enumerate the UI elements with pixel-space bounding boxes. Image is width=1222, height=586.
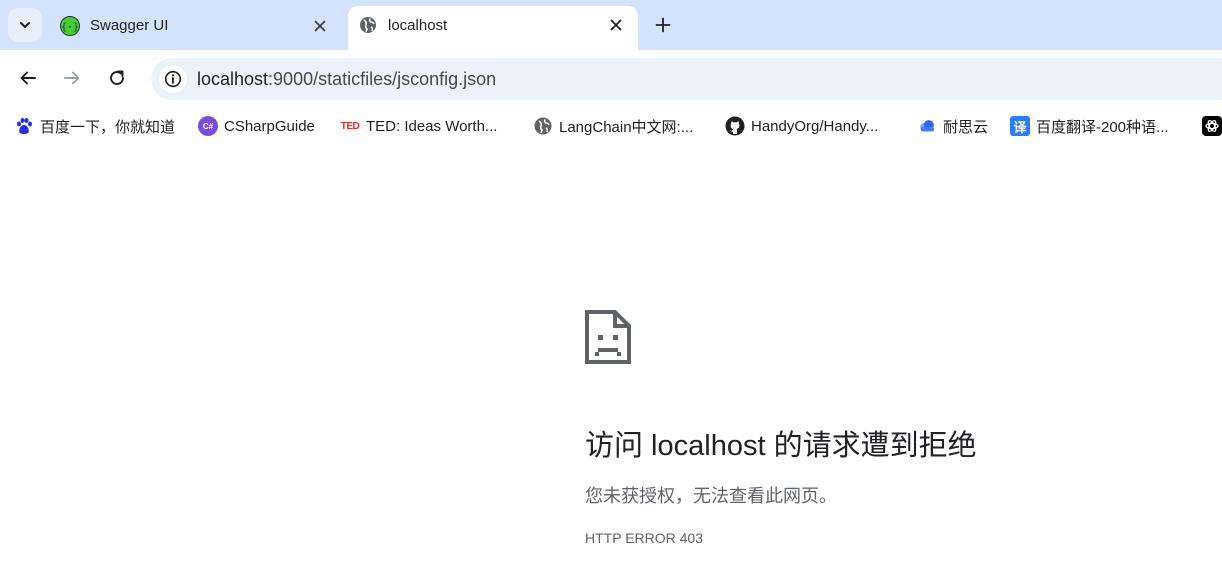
tab-search-button[interactable] — [8, 8, 42, 42]
globe-icon — [360, 17, 376, 33]
forward-button[interactable] — [58, 64, 86, 92]
address-bar[interactable]: localhost:9000/staticfiles/jsconfig.json — [151, 58, 1222, 100]
bookmark-langchain[interactable]: LangChain中文网:... — [533, 116, 693, 136]
swagger-icon: {·} — [60, 16, 80, 36]
bookmark-github[interactable]: HandyOrg/Handy... — [725, 116, 878, 136]
tab-strip: {·} Swagger UI localhost — [0, 0, 1222, 50]
site-info-button[interactable] — [159, 65, 187, 93]
url-path: :9000/staticfiles/jsconfig.json — [268, 69, 497, 89]
bookmark-label: 百度翻译-200种语... — [1036, 118, 1169, 136]
ted-icon: TED — [340, 120, 360, 132]
globe-icon — [533, 116, 553, 136]
bookmark-csharpguide[interactable]: C# CSharpGuide — [198, 116, 315, 136]
bookmarks-bar: 百度一下，你就知道 C# CSharpGuide TED TED: Ideas … — [0, 106, 1222, 146]
close-icon — [610, 19, 622, 31]
plus-icon — [655, 17, 671, 33]
csharp-icon: C# — [198, 116, 218, 136]
tab-swagger-ui[interactable]: {·} Swagger UI — [46, 6, 342, 46]
error-code: HTTP ERROR 403 — [585, 530, 703, 546]
tab-localhost[interactable]: localhost — [348, 6, 638, 50]
bookmark-baidu[interactable]: 百度一下，你就知道 — [14, 116, 175, 136]
bookmark-label: HandyOrg/Handy... — [751, 117, 879, 135]
arrow-left-icon — [20, 71, 36, 85]
back-button[interactable] — [14, 64, 42, 92]
toolbar: localhost:9000/staticfiles/jsconfig.json — [0, 50, 1222, 106]
bookmark-label: LangChain中文网:... — [559, 118, 694, 136]
chevron-down-icon — [20, 22, 30, 28]
close-tab-button[interactable] — [606, 15, 626, 35]
close-tab-button[interactable] — [310, 16, 330, 36]
openai-icon — [1202, 116, 1222, 136]
tab-title: localhost — [388, 17, 448, 34]
error-description: 您未获授权，无法查看此网页。 — [585, 486, 837, 506]
bookmark-label: CSharpGuide — [224, 117, 315, 135]
github-icon — [725, 116, 745, 136]
bookmark-label: TED: Ideas Worth... — [366, 117, 498, 135]
error-title: 访问 localhost 的请求遭到拒绝 — [585, 430, 977, 462]
close-icon — [314, 20, 326, 32]
info-icon — [164, 70, 182, 88]
tab-title: Swagger UI — [90, 17, 169, 34]
bookmark-ted[interactable]: TED TED: Ideas Worth... — [340, 116, 498, 136]
bookmark-naisiyun[interactable]: 耐思云 — [917, 116, 988, 136]
baidu-paw-icon — [14, 116, 34, 136]
cloud-icon — [917, 116, 937, 136]
reload-button[interactable] — [103, 64, 131, 92]
bookmark-label: 百度一下，你就知道 — [40, 118, 176, 136]
bookmark-baidu-translate[interactable]: 译 百度翻译-200种语... — [1010, 116, 1169, 136]
browser-window: {·} Swagger UI localhost localhost:9000/… — [0, 0, 1222, 586]
svg-text:{·}: {·} — [61, 22, 79, 33]
new-tab-button[interactable] — [650, 12, 676, 38]
url-host: localhost — [197, 69, 269, 89]
sad-document-icon — [585, 310, 631, 364]
url-text[interactable]: localhost:9000/staticfiles/jsconfig.json — [197, 69, 496, 90]
reload-icon — [110, 70, 124, 85]
bookmark-label: 耐思云 — [943, 118, 989, 136]
translate-icon: 译 — [1010, 116, 1030, 136]
arrow-right-icon — [64, 71, 80, 85]
bookmark-openai[interactable] — [1202, 116, 1222, 136]
